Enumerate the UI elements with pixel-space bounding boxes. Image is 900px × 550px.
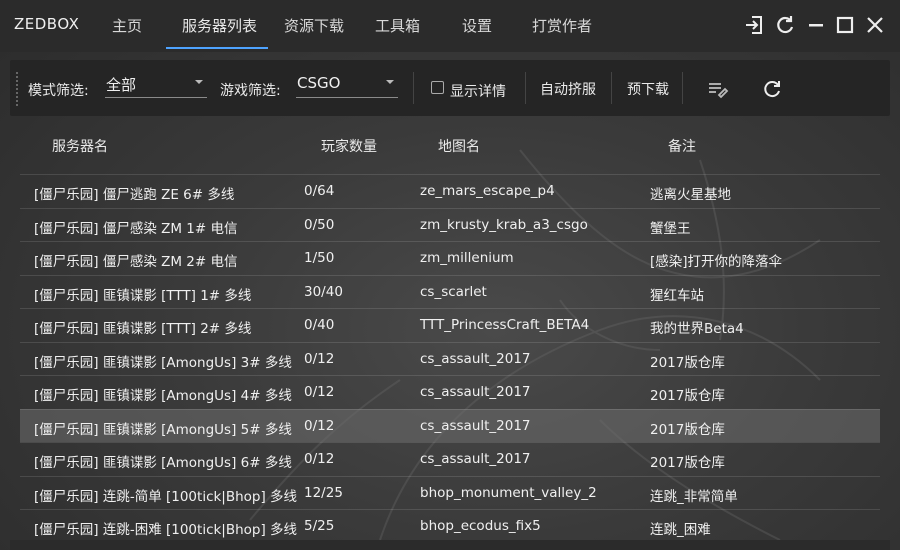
table-row[interactable]: [僵尸乐园] 僵尸感染 ZM 1# 电信 0/50 zm_krusty_krab… <box>20 207 880 241</box>
column-header-server-name[interactable]: 服务器名 <box>52 136 108 156</box>
server-name-cell: [僵尸乐园] 连跳-困难 [100tick|Bhop] 多线 <box>34 522 298 538</box>
toolbar-divider <box>413 72 414 104</box>
table-row[interactable]: [僵尸乐园] 匪镇谍影 [AmongUs] 3# 多线 0/12 cs_assa… <box>20 341 880 375</box>
map-cell: ze_mars_escape_p4 <box>420 183 555 199</box>
active-tab-indicator <box>166 47 268 49</box>
server-name-cell: [僵尸乐园] 连跳-简单 [100tick|Bhop] 多线 <box>34 488 298 505</box>
players-cell: 0/40 <box>304 317 335 333</box>
server-name-cell: [僵尸乐园] 匪镇谍影 [AmongUs] 4# 多线 <box>34 388 292 404</box>
column-header-note[interactable]: 备注 <box>668 136 696 156</box>
tab-toolbox[interactable]: 工具箱 <box>375 15 420 36</box>
column-header-players[interactable]: 玩家数量 <box>321 136 377 156</box>
refresh-icon[interactable] <box>774 14 796 36</box>
note-cell: 蟹堡王 <box>650 220 691 237</box>
note-cell: 2017版仓库 <box>650 455 725 471</box>
toolbar-divider <box>682 72 683 104</box>
map-cell: cs_assault_2017 <box>420 417 531 434</box>
server-name-cell: [僵尸乐园] 匪镇谍影 [AmongUs] 5# 多线 <box>34 421 292 438</box>
table-header: 服务器名 玩家数量 地图名 备注 <box>10 116 890 174</box>
map-cell: cs_assault_2017 <box>420 384 531 400</box>
map-cell: zm_millenium <box>420 250 514 266</box>
tab-resource-download[interactable]: 资源下载 <box>284 15 344 36</box>
auto-squeeze-button[interactable]: 自动挤服 <box>540 79 596 99</box>
players-cell: 12/25 <box>304 484 343 501</box>
title-bar: ZEDBOX 主页 服务器列表 资源下载 工具箱 设置 打赏作者 <box>0 0 900 52</box>
show-details-label[interactable]: 显示详情 <box>450 81 506 101</box>
table-row[interactable]: [僵尸乐园] 连跳-简单 [100tick|Bhop] 多线 12/25 bho… <box>20 475 880 509</box>
app-brand: ZEDBOX <box>14 15 80 33</box>
table-row[interactable]: [僵尸乐园] 僵尸感染 ZM 2# 电信 1/50 zm_millenium [… <box>20 241 880 274</box>
toolbar-grip[interactable] <box>16 72 18 106</box>
table-row[interactable]: [僵尸乐园] 匪镇谍影 [TTT] 2# 多线 0/40 TTT_Princes… <box>20 308 880 341</box>
map-cell: cs_assault_2017 <box>420 350 531 367</box>
edit-list-icon[interactable] <box>707 78 729 100</box>
players-cell: 0/12 <box>304 350 335 367</box>
chevron-down-icon <box>195 80 203 84</box>
players-cell: 0/12 <box>304 417 335 434</box>
server-name-cell: [僵尸乐园] 僵尸感染 ZM 1# 电信 <box>34 220 238 237</box>
note-cell: 2017版仓库 <box>650 421 725 438</box>
note-cell: 连跳_困难 <box>650 522 711 538</box>
show-details-checkbox[interactable] <box>431 81 444 94</box>
game-filter-select[interactable]: CSGO <box>296 74 398 98</box>
maximize-icon[interactable] <box>834 14 856 36</box>
mode-filter-label: 模式筛选: <box>28 83 89 99</box>
map-cell: cs_scarlet <box>420 283 487 300</box>
table-row-selected[interactable]: [僵尸乐园] 匪镇谍影 [AmongUs] 5# 多线 0/12 cs_assa… <box>20 408 880 442</box>
refresh-list-icon[interactable] <box>761 78 783 100</box>
game-filter-value: CSGO <box>297 74 341 92</box>
chevron-down-icon <box>386 80 394 84</box>
toolbar-divider <box>525 72 526 104</box>
players-cell: 0/64 <box>304 183 335 199</box>
players-cell: 0/50 <box>304 216 335 233</box>
map-cell: zm_krusty_krab_a3_csgo <box>420 216 588 233</box>
players-cell: 1/50 <box>304 250 335 266</box>
server-name-cell: [僵尸乐园] 僵尸感染 ZM 2# 电信 <box>34 254 238 270</box>
note-cell: 猩红车站 <box>650 287 704 304</box>
note-cell: 连跳_非常简单 <box>650 488 738 505</box>
close-icon[interactable] <box>864 14 886 36</box>
game-filter-label: 游戏筛选: <box>220 83 281 99</box>
table-row[interactable]: [僵尸乐园] 僵尸逃跑 ZE 6# 多线 0/64 ze_mars_escape… <box>20 174 880 207</box>
players-cell: 0/12 <box>304 451 335 467</box>
server-name-cell: [僵尸乐园] 匪镇谍影 [TTT] 2# 多线 <box>34 321 252 337</box>
toolbar-divider <box>611 72 612 104</box>
note-cell: [感染]打开你的降落伞 <box>650 254 783 270</box>
map-cell: TTT_PrincessCraft_BETA4 <box>420 317 590 333</box>
login-icon[interactable] <box>743 14 765 36</box>
server-name-cell: [僵尸乐园] 匪镇谍影 [AmongUs] 3# 多线 <box>34 354 292 371</box>
tab-donate[interactable]: 打赏作者 <box>532 15 592 36</box>
mode-filter-value: 全部 <box>106 76 137 94</box>
map-cell: bhop_monument_valley_2 <box>420 484 597 501</box>
tab-home[interactable]: 主页 <box>112 15 142 36</box>
tab-settings[interactable]: 设置 <box>462 15 492 36</box>
table-row[interactable]: [僵尸乐园] 匪镇谍影 [TTT] 1# 多线 30/40 cs_scarlet… <box>20 274 880 308</box>
mode-filter-select[interactable]: 全部 <box>105 74 207 98</box>
server-name-cell: [僵尸乐园] 匪镇谍影 [AmongUs] 6# 多线 <box>34 455 292 471</box>
players-cell: 30/40 <box>304 283 343 300</box>
column-header-map[interactable]: 地图名 <box>438 136 480 156</box>
filter-toolbar: 模式筛选: 全部 游戏筛选: CSGO 显示详情 自动挤服 预下载 <box>10 60 890 116</box>
players-cell: 5/25 <box>304 518 335 534</box>
note-cell: 逃离火星基地 <box>650 187 731 203</box>
tab-server-list[interactable]: 服务器列表 <box>182 15 257 36</box>
map-cell: cs_assault_2017 <box>420 451 531 467</box>
predownload-button[interactable]: 预下载 <box>627 79 669 99</box>
note-cell: 我的世界Beta4 <box>650 321 744 337</box>
players-cell: 0/12 <box>304 384 335 400</box>
table-row[interactable]: [僵尸乐园] 连跳-困难 [100tick|Bhop] 多线 5/25 bhop… <box>20 509 880 540</box>
server-name-cell: [僵尸乐园] 匪镇谍影 [TTT] 1# 多线 <box>34 287 252 304</box>
minimize-icon[interactable] <box>805 14 827 36</box>
note-cell: 2017版仓库 <box>650 354 725 371</box>
server-name-cell: [僵尸乐园] 僵尸逃跑 ZE 6# 多线 <box>34 187 235 203</box>
window-bottom-edge <box>10 540 890 550</box>
table-row[interactable]: [僵尸乐园] 匪镇谍影 [AmongUs] 4# 多线 0/12 cs_assa… <box>20 375 880 408</box>
note-cell: 2017版仓库 <box>650 388 725 404</box>
map-cell: bhop_ecodus_fix5 <box>420 518 541 534</box>
table-row[interactable]: [僵尸乐园] 匪镇谍影 [AmongUs] 6# 多线 0/12 cs_assa… <box>20 442 880 475</box>
server-list: [僵尸乐园] 僵尸逃跑 ZE 6# 多线 0/64 ze_mars_escape… <box>20 174 880 540</box>
